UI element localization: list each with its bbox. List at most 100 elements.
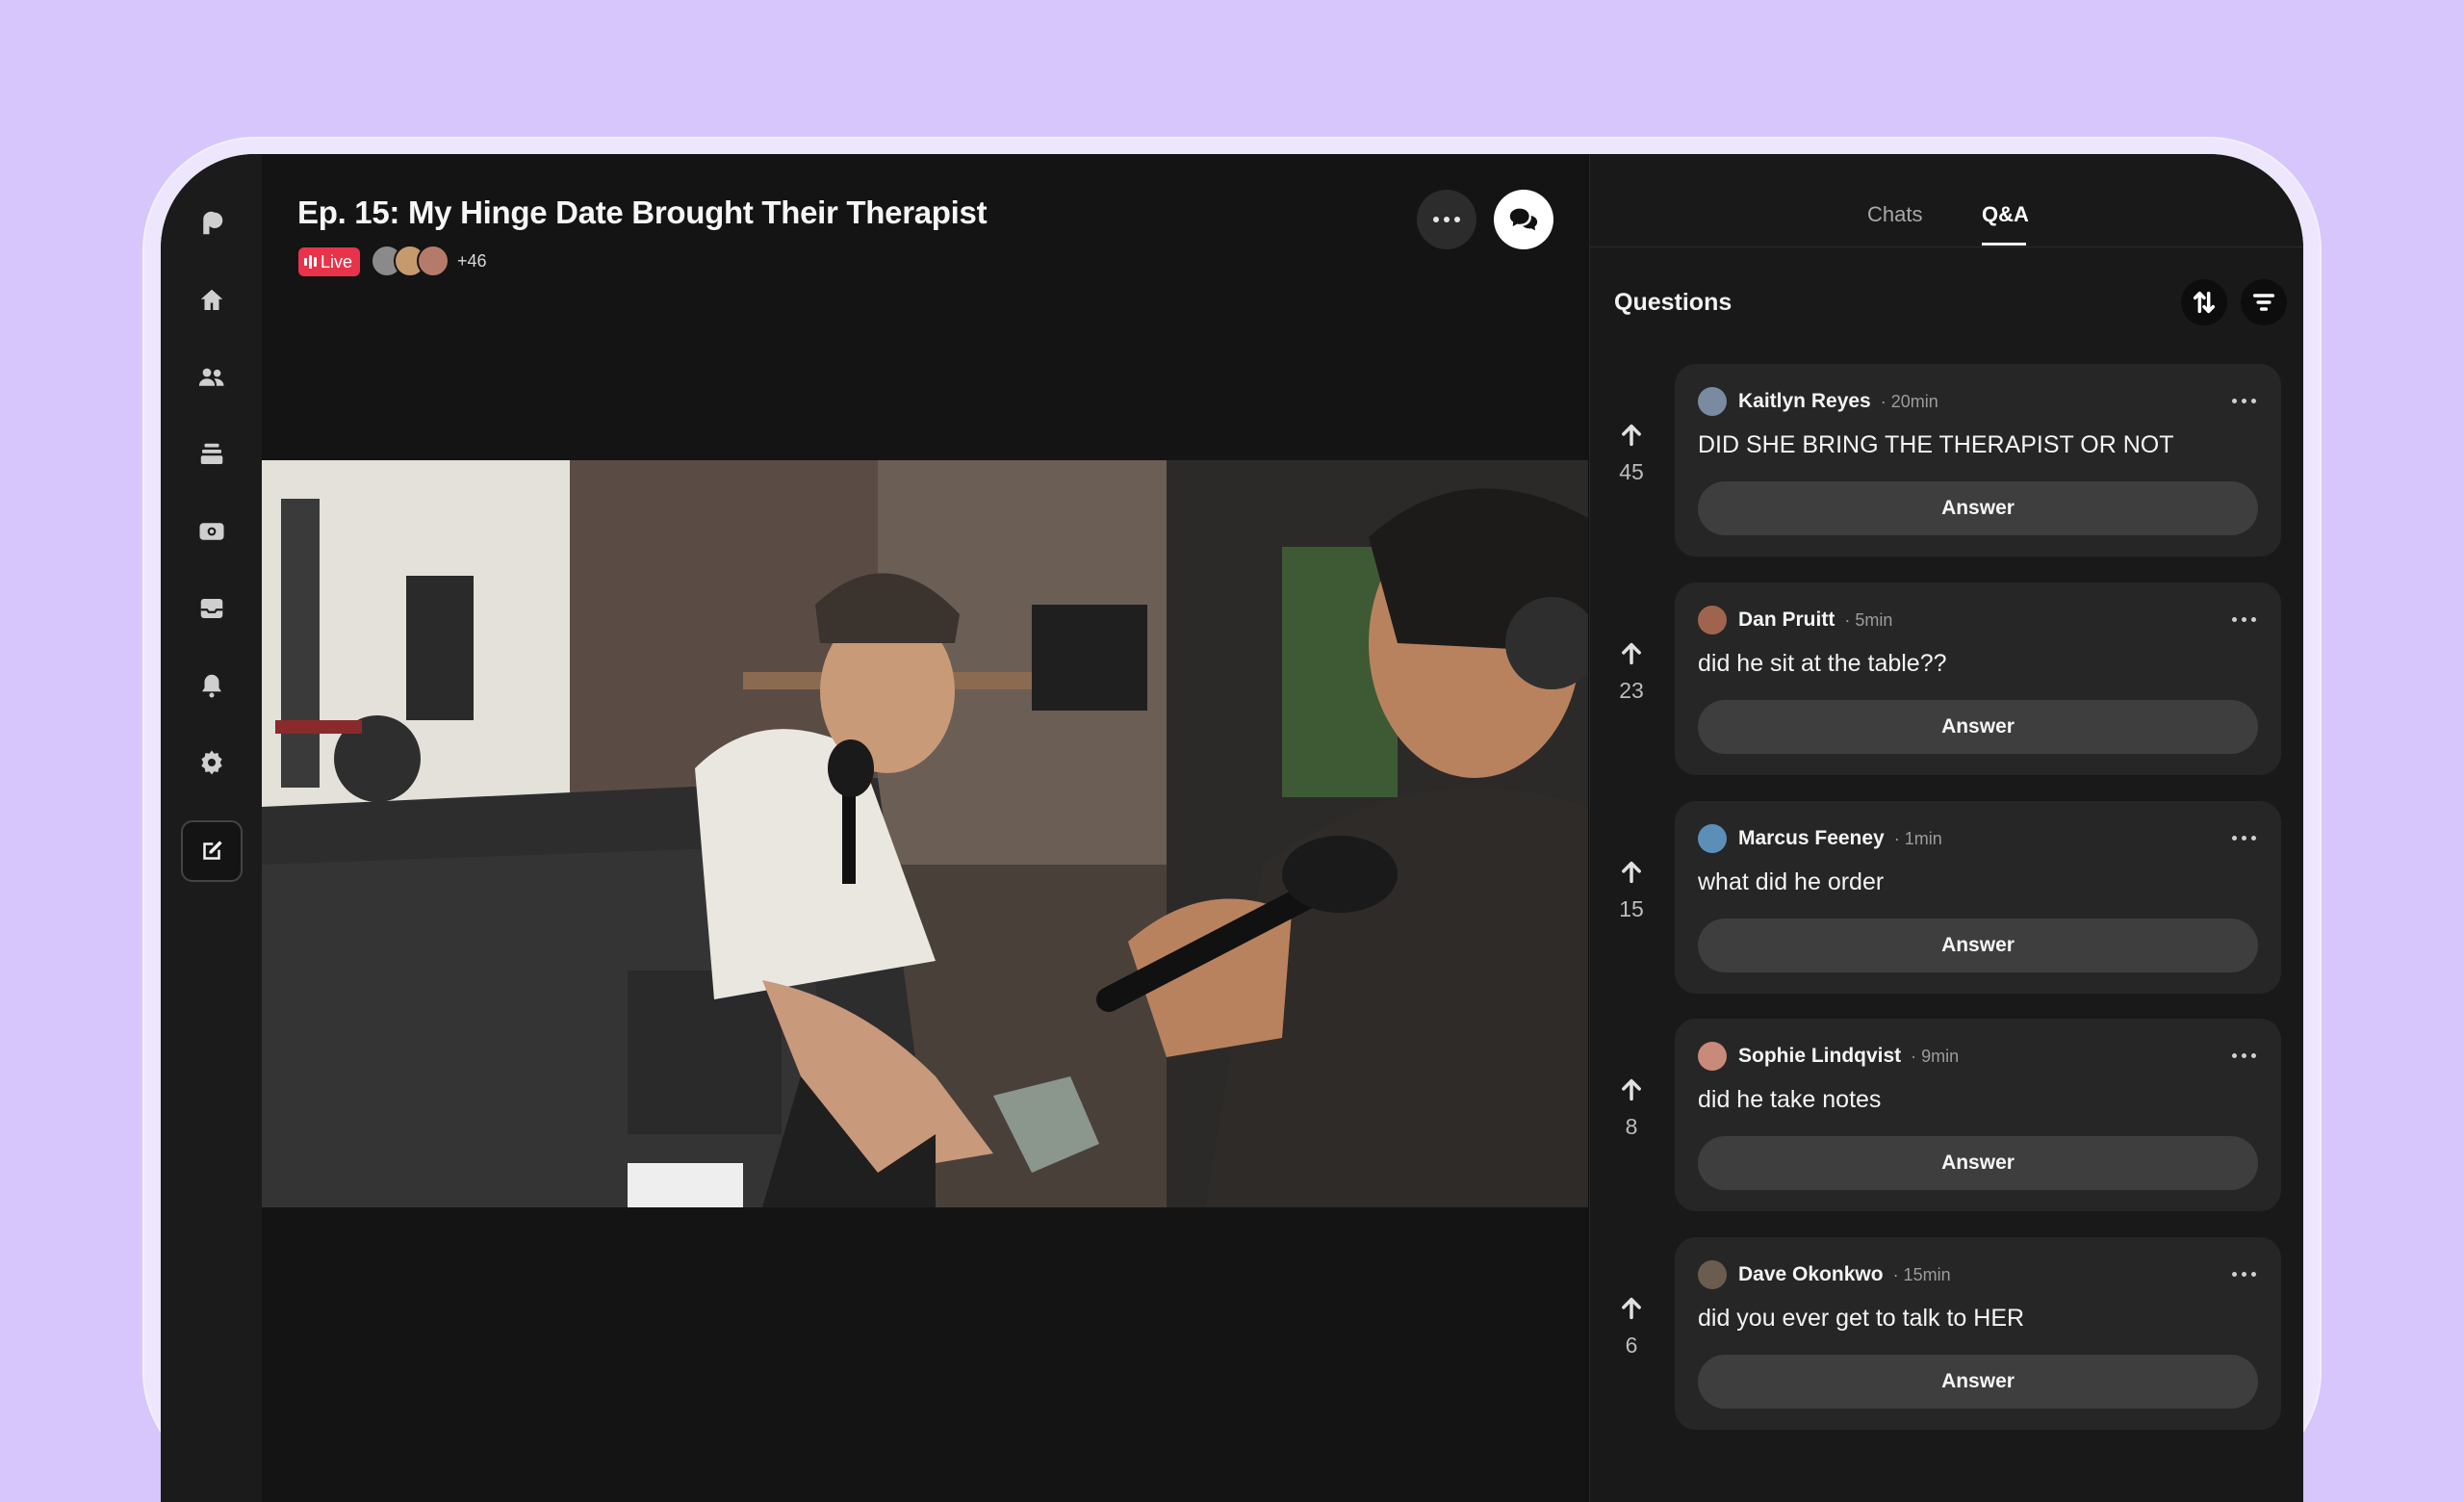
question-author: Kaitlyn Reyes · 20min <box>1698 387 1938 416</box>
live-bars-icon <box>304 255 317 269</box>
vote-count: 6 <box>1625 1333 1638 1358</box>
author-name: Sophie Lindqvist <box>1738 1045 1902 1067</box>
home-icon[interactable] <box>187 275 237 325</box>
question-time: · 20min <box>1880 391 1938 411</box>
question-time: · 9min <box>1911 1046 1960 1066</box>
question-text: did you ever get to talk to HER <box>1698 1305 2025 1332</box>
upvote-arrow-icon[interactable] <box>1618 422 1645 449</box>
answer-button[interactable]: Answer <box>1698 919 2258 972</box>
author-name: Dan Pruitt <box>1738 609 1835 631</box>
tab-qa[interactable]: Q&A <box>1982 202 2029 227</box>
question-time: · 5min <box>1844 609 1893 630</box>
author-name: Dave Okonkwo <box>1738 1263 1884 1285</box>
upvote-control[interactable]: 6 <box>1607 1295 1656 1359</box>
question-card: Dan Pruitt · 5min did he sit at the tabl… <box>1675 583 2281 775</box>
qa-panel: Chats Q&A Questions 45 Kaitlyn Reyes · 2… <box>1589 154 2303 1502</box>
app-screen: Ep. 15: My Hinge Date Brought Their Ther… <box>161 154 2303 1502</box>
main-area: Ep. 15: My Hinge Date Brought Their Ther… <box>262 154 1588 1502</box>
question-card: Marcus Feeney · 1min what did he order A… <box>1675 801 2281 994</box>
sidebar <box>161 154 263 1502</box>
upvote-arrow-icon[interactable] <box>1618 859 1645 886</box>
notifications-bell-icon[interactable] <box>187 660 237 711</box>
avatar <box>417 245 449 277</box>
more-options-button[interactable] <box>1417 190 1476 249</box>
question-text: what did he order <box>1698 868 1885 895</box>
question-more-button[interactable] <box>2232 1053 2256 1058</box>
vote-count: 8 <box>1625 1114 1638 1139</box>
question-item: 8 Sophie Lindqvist · 9min did he take no… <box>1590 1019 2303 1211</box>
filter-icon <box>2252 294 2275 311</box>
more-dots-icon <box>2232 1272 2256 1277</box>
upvote-control[interactable]: 45 <box>1607 422 1656 485</box>
question-time: · 1min <box>1893 828 1942 848</box>
question-item: 15 Marcus Feeney · 1min what did he orde… <box>1590 801 2303 994</box>
panel-tabs: Chats Q&A <box>1590 154 2303 247</box>
answer-button[interactable]: Answer <box>1698 1136 2258 1190</box>
inbox-icon[interactable] <box>187 583 237 634</box>
upvote-arrow-icon[interactable] <box>1618 1295 1645 1322</box>
question-author: Sophie Lindqvist · 9min <box>1698 1042 1959 1071</box>
avatar <box>1698 387 1727 416</box>
answer-button[interactable]: Answer <box>1698 481 2258 535</box>
vote-count: 45 <box>1619 459 1644 484</box>
community-icon[interactable] <box>187 352 237 402</box>
avatar <box>1698 1042 1727 1071</box>
question-author: Dave Okonkwo · 15min <box>1698 1260 1951 1289</box>
tab-chats[interactable]: Chats <box>1867 202 1922 227</box>
more-dots-icon <box>2232 399 2256 403</box>
question-author: Dan Pruitt · 5min <box>1698 606 1892 634</box>
live-video-frame[interactable] <box>262 460 1588 1207</box>
patreon-logo-icon[interactable] <box>187 198 237 248</box>
question-more-button[interactable] <box>2232 1272 2256 1277</box>
viewer-extra-count: +46 <box>457 250 487 271</box>
upvote-control[interactable]: 15 <box>1607 859 1656 922</box>
answer-button[interactable]: Answer <box>1698 700 2258 754</box>
upvote-control[interactable]: 23 <box>1607 640 1656 704</box>
question-item: 6 Dave Okonkwo · 15min did you ever get … <box>1590 1237 2303 1430</box>
library-icon[interactable] <box>187 429 237 479</box>
question-text: did he sit at the table?? <box>1698 650 1947 677</box>
question-card: Kaitlyn Reyes · 20min DID SHE BRING THE … <box>1675 364 2281 557</box>
question-more-button[interactable] <box>2232 617 2256 622</box>
chat-toggle-button[interactable] <box>1494 190 1553 249</box>
question-item: 23 Dan Pruitt · 5min did he sit at the t… <box>1590 583 2303 775</box>
avatar <box>1698 824 1727 853</box>
podcast-video-image <box>262 460 1588 1207</box>
settings-gear-icon[interactable] <box>187 738 237 788</box>
episode-title: Ep. 15: My Hinge Date Brought Their Ther… <box>297 194 988 230</box>
live-label: Live <box>321 251 353 272</box>
question-text: DID SHE BRING THE THERAPIST OR NOT <box>1698 431 2174 458</box>
questions-heading: Questions <box>1614 289 1732 316</box>
active-tab-indicator <box>1982 243 2026 246</box>
more-dots-icon <box>2232 1053 2256 1058</box>
author-name: Kaitlyn Reyes <box>1738 390 1871 412</box>
answer-button[interactable]: Answer <box>1698 1355 2258 1409</box>
avatar <box>1698 1260 1727 1289</box>
upvote-arrow-icon[interactable] <box>1618 640 1645 667</box>
chat-bubbles-icon <box>1509 208 1538 231</box>
live-badge: Live <box>298 247 361 276</box>
upvote-control[interactable]: 8 <box>1607 1076 1656 1140</box>
filter-button[interactable] <box>2241 279 2287 325</box>
question-author: Marcus Feeney · 1min <box>1698 824 1942 853</box>
viewer-avatars[interactable]: +46 <box>371 245 487 277</box>
insights-icon[interactable] <box>187 506 237 557</box>
question-card: Sophie Lindqvist · 9min did he take note… <box>1675 1019 2281 1211</box>
author-name: Marcus Feeney <box>1738 827 1885 849</box>
question-more-button[interactable] <box>2232 836 2256 841</box>
question-card: Dave Okonkwo · 15min did you ever get to… <box>1675 1237 2281 1430</box>
more-dots-icon <box>1433 217 1460 222</box>
question-item: 45 Kaitlyn Reyes · 20min DID SHE BRING T… <box>1590 364 2303 557</box>
upvote-arrow-icon[interactable] <box>1618 1076 1645 1103</box>
sort-arrows-icon <box>2193 291 2216 314</box>
question-time: · 15min <box>1892 1264 1951 1284</box>
question-text: did he take notes <box>1698 1086 1882 1113</box>
vote-count: 15 <box>1619 896 1644 921</box>
more-dots-icon <box>2232 836 2256 841</box>
question-more-button[interactable] <box>2232 399 2256 403</box>
sort-button[interactable] <box>2181 279 2227 325</box>
create-post-icon[interactable] <box>181 820 243 882</box>
avatar <box>1698 606 1727 634</box>
more-dots-icon <box>2232 617 2256 622</box>
vote-count: 23 <box>1619 678 1644 703</box>
